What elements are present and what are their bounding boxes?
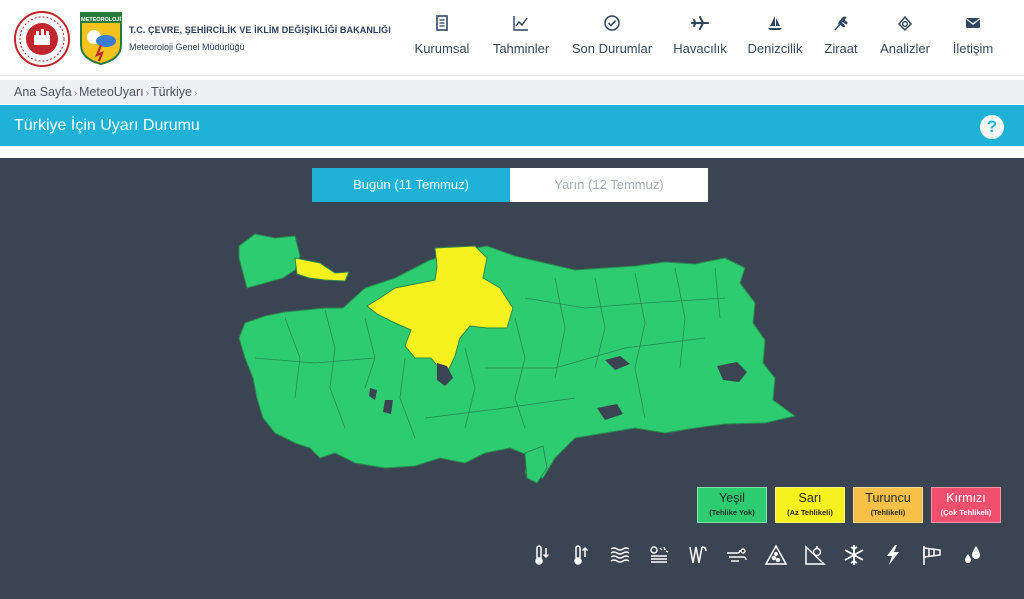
tab-tomorrow[interactable]: Yarın (12 Temmuz) xyxy=(510,168,708,202)
nav-label: Denizcilik xyxy=(747,41,803,56)
legend-orange: Turuncu (Tehlikeli) xyxy=(853,487,923,523)
nav-denizcilik[interactable]: Denizcilik xyxy=(746,14,804,64)
sailboat-icon xyxy=(768,16,782,30)
nav-label: İletişim xyxy=(952,41,994,56)
nav-analizler[interactable]: Analizler xyxy=(878,14,932,64)
fog-icon xyxy=(610,547,630,563)
legend-name: Kırmızı xyxy=(946,491,986,505)
breadcrumb-turkiye[interactable]: Türkiye xyxy=(151,85,192,99)
envelope-icon xyxy=(966,18,980,28)
hazard-windsock[interactable] xyxy=(920,543,944,567)
document-icon xyxy=(436,15,448,31)
nav-label: Analizler xyxy=(880,41,930,56)
analysis-icon xyxy=(897,15,913,32)
legend-desc: (Az Tehlikeli) xyxy=(787,508,833,517)
hazard-low-temperature[interactable] xyxy=(530,543,554,567)
legend-yellow: Sarı (Az Tehlikeli) xyxy=(775,487,845,523)
help-icon[interactable]: ? xyxy=(980,115,1004,139)
page-title: Türkiye İçin Uyarı Durumu xyxy=(14,117,200,134)
storm-icon xyxy=(727,548,747,562)
snow-icon xyxy=(844,545,864,565)
chevron-right-icon: › xyxy=(193,88,198,99)
legend-desc: (Tehlike Yok) xyxy=(709,508,755,517)
nav-havacilik[interactable]: Havacılık xyxy=(673,14,727,64)
hazard-storm[interactable] xyxy=(725,543,749,567)
mgm-logo-text: METEOROLOJİ xyxy=(81,16,122,23)
lightning-icon xyxy=(887,545,899,565)
hazard-snow[interactable] xyxy=(842,543,866,567)
low-temperature-icon xyxy=(535,545,550,565)
breadcrumb-home[interactable]: Ana Sayfa xyxy=(14,85,72,99)
legend-desc: (Tehlikeli) xyxy=(870,508,906,517)
icing-icon xyxy=(805,545,826,565)
nav-label: Ziraat xyxy=(824,41,858,56)
legend-desc: (Çok Tehlikeli) xyxy=(940,508,992,517)
check-circle-icon xyxy=(604,15,620,31)
breadcrumb-meteouyari[interactable]: MeteoUyarı xyxy=(79,85,144,99)
chart-icon xyxy=(513,16,528,31)
tab-today[interactable]: Bugün (11 Temmuz) xyxy=(312,168,510,202)
province-region-thrace[interactable] xyxy=(238,233,301,289)
hazard-dust[interactable] xyxy=(647,543,671,567)
dust-icon xyxy=(650,546,669,563)
legend-green: Yeşil (Tehlike Yok) xyxy=(697,487,767,523)
wind-icon xyxy=(689,546,707,564)
windsock-icon xyxy=(923,546,941,565)
breadcrumb: Ana Sayfa › MeteoUyarı › Türkiye › xyxy=(0,80,1024,104)
nav-ziraat[interactable]: Ziraat xyxy=(822,14,860,64)
nav-son-durumlar[interactable]: Son Durumlar xyxy=(571,14,653,64)
chevron-right-icon: › xyxy=(145,88,149,99)
org-subtitle: Meteoroloji Genel Müdürlüğü xyxy=(129,42,245,52)
hazard-rain[interactable] xyxy=(961,543,985,567)
legend-name: Yeşil xyxy=(719,491,745,505)
hazard-lightning[interactable] xyxy=(881,543,905,567)
org-title: T.C. ÇEVRE, ŞEHİRCİLİK VE İKLİM DEĞİŞİKL… xyxy=(129,25,391,35)
mgm-logo[interactable]: METEOROLOJİ xyxy=(79,11,123,66)
wheat-icon xyxy=(834,16,848,31)
nav-kurumsal[interactable]: Kurumsal xyxy=(414,14,470,64)
title-bar: Türkiye İçin Uyarı Durumu xyxy=(0,105,1024,146)
hazard-icing[interactable] xyxy=(803,543,827,567)
nav-label: Son Durumlar xyxy=(571,41,653,56)
hazard-fog[interactable] xyxy=(608,543,632,567)
legend-red: Kırmızı (Çok Tehlikeli) xyxy=(931,487,1001,523)
nav-label: Kurumsal xyxy=(414,41,470,56)
rain-icon xyxy=(965,546,980,563)
nav-label: Tahminler xyxy=(492,41,550,56)
hazard-wind[interactable] xyxy=(686,543,710,567)
nav-tahminler[interactable]: Tahminler xyxy=(490,14,552,64)
hazard-high-temperature[interactable] xyxy=(569,543,593,567)
legend-name: Sarı xyxy=(798,491,822,505)
site-header: METEOROLOJİ T.C. ÇEVRE, ŞEHİRCİLİK VE İK… xyxy=(0,0,1024,76)
ministry-logo[interactable] xyxy=(14,11,70,67)
nav-iletisim[interactable]: İletişim xyxy=(950,14,996,64)
high-temperature-icon xyxy=(574,545,589,565)
avalanche-icon xyxy=(764,544,788,565)
airplane-icon xyxy=(691,16,709,30)
province-istanbul[interactable] xyxy=(294,257,350,282)
legend-name: Turuncu xyxy=(865,491,911,505)
turkey-warning-map[interactable] xyxy=(225,228,805,490)
nav-label: Havacılık xyxy=(673,41,727,56)
chevron-right-icon: › xyxy=(73,88,78,99)
hazard-avalanche[interactable] xyxy=(764,543,788,567)
